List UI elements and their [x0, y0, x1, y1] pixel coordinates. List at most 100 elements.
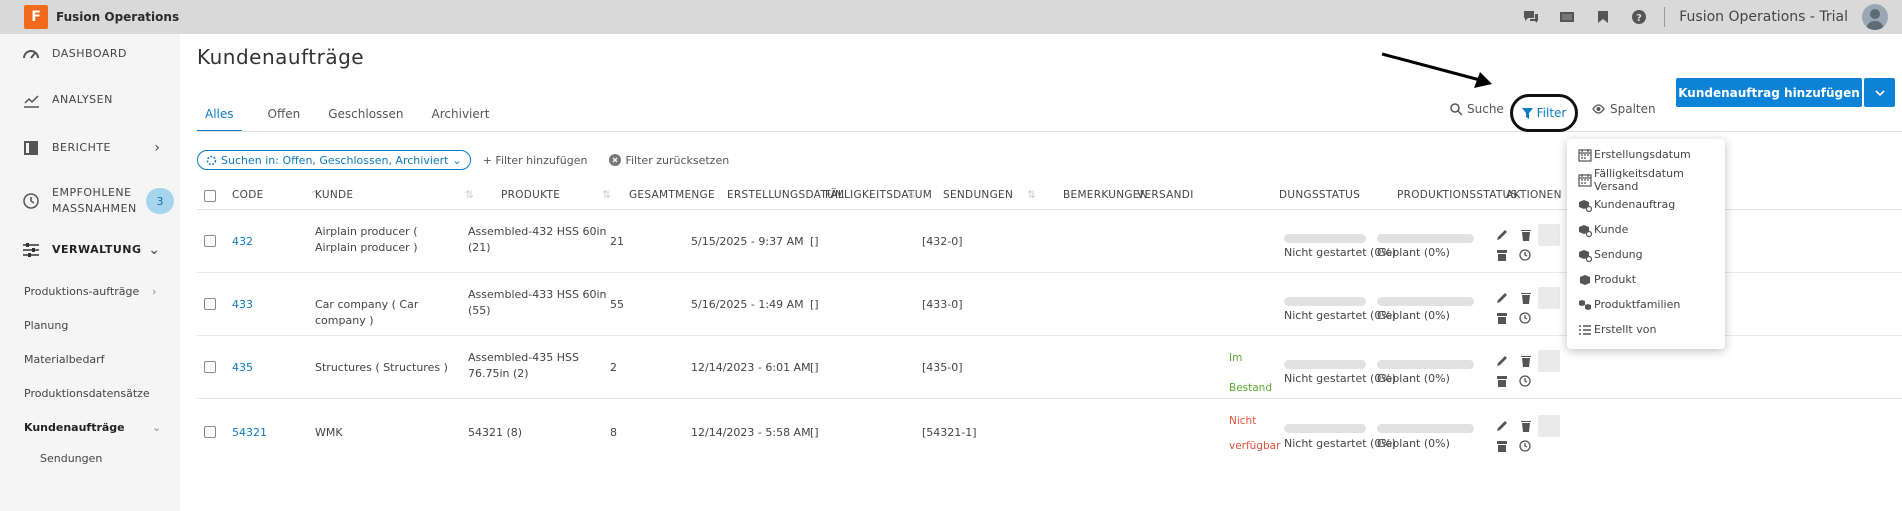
order-code-link[interactable]: 433: [232, 297, 253, 313]
filter-option-produkt[interactable]: Produkt: [1567, 267, 1725, 292]
sidebar-sub-produktions-auftraege[interactable]: Produktions-aufträge ›: [24, 285, 174, 298]
filter-option-label: Erstellt von: [1594, 323, 1657, 336]
chat-icon[interactable]: [1520, 6, 1542, 28]
total-cell: 8: [610, 426, 617, 439]
status-progress-bar: [1284, 297, 1366, 306]
sidebar-sub-sendungen[interactable]: Sendungen: [40, 452, 102, 465]
delete-icon[interactable]: [1519, 354, 1533, 368]
edit-icon[interactable]: [1495, 291, 1509, 305]
column-header-shipments[interactable]: SENDUNGEN: [943, 189, 1013, 201]
sidebar-sub-materialbedarf[interactable]: Materialbedarf: [24, 353, 105, 366]
filter-option-kundenauftrag[interactable]: Kundenauftrag: [1567, 192, 1725, 217]
sort-icon[interactable]: ⇅: [1027, 189, 1036, 201]
sidebar-sub-produktionsdatensaetze[interactable]: Produktionsdatensätze: [24, 387, 150, 400]
status-progress-bar: [1284, 424, 1366, 433]
due-cell: []: [810, 235, 819, 248]
edit-icon[interactable]: [1495, 228, 1509, 242]
order-code-link[interactable]: 432: [232, 234, 253, 250]
delete-icon[interactable]: [1519, 228, 1533, 242]
created-cell: 12/14/2023 - 5:58 AM: [691, 426, 811, 439]
total-cell: 55: [610, 298, 624, 311]
archive-icon[interactable]: [1495, 439, 1509, 453]
production-progress-bar: [1377, 234, 1474, 243]
eye-icon: [1592, 104, 1605, 114]
delete-icon[interactable]: [1519, 291, 1533, 305]
search-button[interactable]: Suche: [1450, 102, 1504, 116]
row-checkbox[interactable]: [204, 235, 216, 247]
history-icon[interactable]: [1518, 248, 1532, 262]
tab-archiviert[interactable]: Archiviert: [430, 106, 492, 132]
reset-filter-button[interactable]: Filter zurücksetzen: [609, 154, 729, 167]
chevron-down-icon: ⌄: [452, 153, 462, 167]
avatar[interactable]: [1862, 4, 1888, 30]
column-header-production[interactable]: PRODUKTIONSSTATUS: [1397, 189, 1518, 201]
column-header-products[interactable]: PRODUKTE: [501, 189, 560, 201]
more-actions-button[interactable]: [1538, 224, 1560, 246]
tabs: Alles Offen Geschlossen Archiviert: [197, 106, 515, 132]
more-actions-button[interactable]: [1538, 415, 1560, 437]
sidebar-sub-kundenauftraege[interactable]: Kundenaufträge ⌄: [24, 421, 174, 434]
filter-option-produktfamilien[interactable]: Produktfamilien: [1567, 292, 1725, 317]
table-row[interactable]: 54321 WMK 54321 (8) 8 12/14/2023 - 5:58 …: [197, 399, 1902, 462]
column-header-code[interactable]: CODE: [232, 189, 264, 201]
order-code-link[interactable]: 435: [232, 360, 253, 376]
order-code-link[interactable]: 54321: [232, 425, 267, 441]
search-icon: [1450, 102, 1463, 116]
tab-offen[interactable]: Offen: [266, 106, 303, 132]
stock-status-text: Im: [1229, 352, 1243, 364]
bookmark-icon[interactable]: [1592, 6, 1614, 28]
filter-option-erstellungsdatum[interactable]: Erstellungsdatum: [1567, 142, 1725, 167]
chevron-down-icon: [1874, 89, 1885, 96]
filter-button[interactable]: Filter: [1510, 94, 1578, 132]
filter-option-faelligkeitsdatum-versand[interactable]: Fälligkeitsdatum Versand: [1567, 167, 1725, 193]
column-header-shipping[interactable]: VERSANDI: [1137, 189, 1194, 201]
status-progress-bar: [1284, 360, 1366, 369]
sidebar-item-analysen[interactable]: ANALYSEN: [0, 90, 180, 110]
dashboard-icon: [22, 45, 40, 63]
sort-icon[interactable]: ⇅: [602, 189, 611, 201]
sidebar-item-dashboard[interactable]: DASHBOARD: [0, 44, 180, 64]
column-header-remarks[interactable]: BEMERKUNGEN: [1063, 189, 1148, 201]
tab-geschlossen[interactable]: Geschlossen: [326, 106, 405, 132]
history-icon[interactable]: [1518, 439, 1532, 453]
add-options-button[interactable]: [1864, 78, 1895, 107]
sidebar-sub-planung[interactable]: Planung: [24, 319, 68, 332]
app-logo[interactable]: F: [24, 5, 48, 29]
tab-alles[interactable]: Alles: [197, 106, 242, 132]
select-all-checkbox[interactable]: [204, 190, 216, 202]
column-header-total[interactable]: GESAMTMENGE: [629, 189, 715, 201]
due-cell: []: [810, 361, 819, 374]
sidebar-item-empfohlene-massnahmen[interactable]: EMPFOHLENE MASSNAHMEN 3: [0, 181, 180, 221]
products-cell: Assembled-432 HSS 60in (21): [468, 225, 607, 254]
filter-option-erstellt-von[interactable]: Erstellt von: [1567, 317, 1725, 342]
history-icon[interactable]: [1518, 374, 1532, 388]
delete-icon[interactable]: [1519, 419, 1533, 433]
filter-option-kunde[interactable]: Kunde: [1567, 217, 1725, 242]
history-icon[interactable]: [1518, 311, 1532, 325]
screen-icon[interactable]: [1556, 6, 1578, 28]
account-label[interactable]: Fusion Operations - Trial: [1679, 9, 1848, 25]
add-order-button[interactable]: Kundenauftrag hinzufügen: [1676, 78, 1862, 107]
filter-option-sendung[interactable]: Sendung: [1567, 242, 1725, 267]
column-header-status[interactable]: DUNGSSTATUS: [1279, 189, 1360, 201]
sidebar-item-berichte[interactable]: BERICHTE ›: [0, 138, 180, 158]
column-header-customer[interactable]: KUNDE: [315, 189, 353, 201]
sort-icon[interactable]: ⇅: [465, 189, 474, 201]
row-checkbox[interactable]: [204, 361, 216, 373]
row-checkbox[interactable]: [204, 426, 216, 438]
row-checkbox[interactable]: [204, 298, 216, 310]
archive-icon[interactable]: [1495, 248, 1509, 262]
more-actions-button[interactable]: [1538, 350, 1560, 372]
edit-icon[interactable]: [1495, 354, 1509, 368]
filter-option-label: Sendung: [1594, 248, 1643, 261]
sidebar-item-verwaltung[interactable]: VERWALTUNG ⌄: [0, 240, 180, 260]
columns-button[interactable]: Spalten: [1592, 102, 1656, 116]
add-filter-button[interactable]: + Filter hinzufügen: [483, 154, 588, 167]
archive-icon[interactable]: [1495, 374, 1509, 388]
more-actions-button[interactable]: [1538, 287, 1560, 309]
help-icon[interactable]: ?: [1628, 6, 1650, 28]
sort-icon[interactable]: ⇅: [907, 189, 916, 201]
edit-icon[interactable]: [1495, 419, 1509, 433]
search-scope-chip[interactable]: Suchen in: Offen, Geschlossen, Archivier…: [197, 150, 471, 170]
archive-icon[interactable]: [1495, 311, 1509, 325]
